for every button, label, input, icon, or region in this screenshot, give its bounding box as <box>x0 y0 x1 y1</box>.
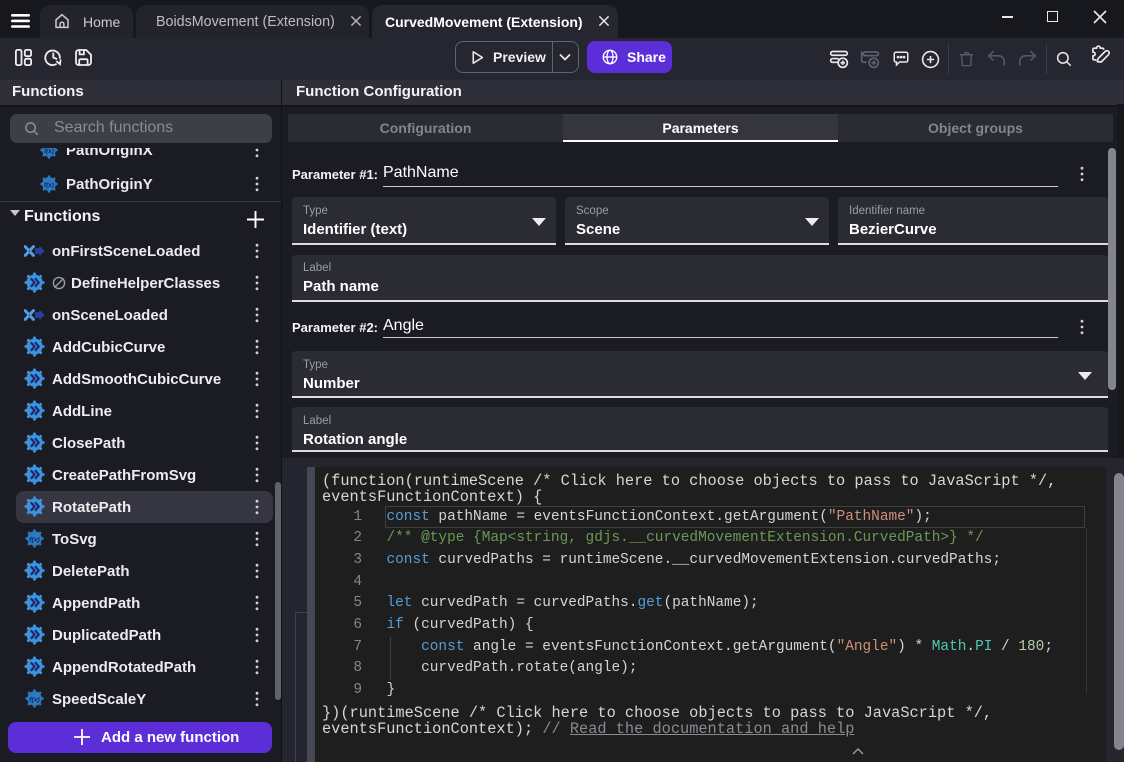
svg-text:f(x): f(x) <box>44 148 54 155</box>
svg-text:f(x): f(x) <box>29 697 40 704</box>
svg-text:f(x): f(x) <box>29 537 40 544</box>
svg-text:f(x): f(x) <box>44 182 54 189</box>
